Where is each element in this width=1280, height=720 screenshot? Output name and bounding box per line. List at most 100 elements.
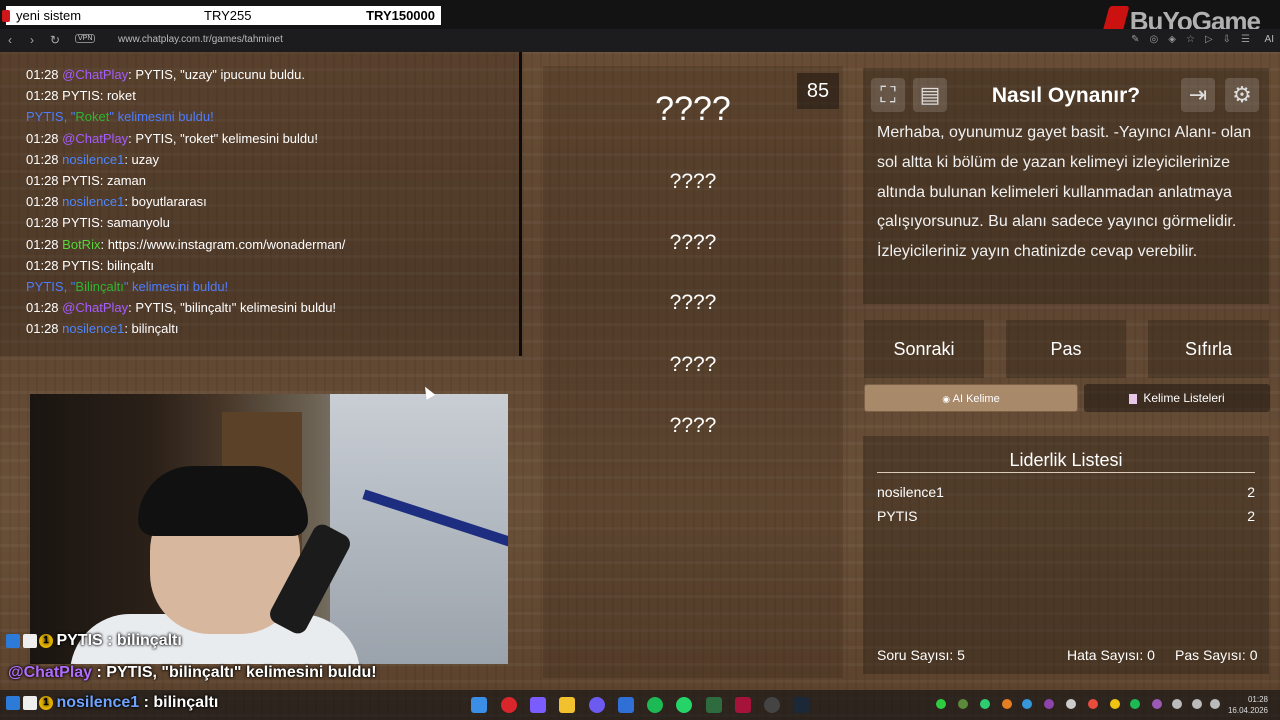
chat-timestamp: 01:28	[26, 194, 59, 210]
webcam-feed	[30, 394, 508, 664]
obs-icon[interactable]	[764, 697, 780, 713]
stream-chat-panel: 01:28 @ChatPlay: PYTIS, "uzay" ipucunu b…	[0, 52, 522, 356]
chat-username: PYTIS	[62, 88, 100, 104]
tray-icon[interactable]	[1022, 699, 1032, 709]
play-icon[interactable]: ▷	[1205, 34, 1213, 45]
star-icon[interactable]: ☆	[1186, 34, 1195, 45]
how-to-play-panel: ⛶ ▤ Nasıl Oynanır? ⇥ ⚙ Merhaba, oyunumuz…	[863, 68, 1269, 304]
tray-icon[interactable]	[1110, 699, 1120, 709]
tray-icon[interactable]	[936, 699, 946, 709]
microphone-icon[interactable]	[1172, 699, 1182, 709]
leaderboard-panel: Liderlik Listesi nosilence1 2 PYTIS 2 So…	[863, 436, 1269, 674]
chat-message: 01:28 @ChatPlay: PYTIS, "bilinçaltı" kel…	[26, 297, 345, 318]
chat-username: @ChatPlay	[62, 67, 129, 82]
chat-message: 01:28 nosilence1: bilinçaltı	[26, 318, 345, 339]
chat-message: 01:28 BotRix: https://www.instagram.com/…	[26, 234, 345, 255]
ticker-marker	[2, 10, 10, 22]
overlay-chat-line: 1 PYTIS : bilinçaltı	[4, 632, 182, 650]
spotify-icon[interactable]	[647, 697, 663, 713]
ai-button[interactable]: AI	[1265, 34, 1274, 45]
user-badges: 1	[4, 633, 53, 648]
app-icon[interactable]	[735, 697, 751, 713]
chat-message: PYTIS, "Bilinçaltı" kelimesini buldu!	[26, 279, 229, 295]
leaderboard-score: 2	[1247, 508, 1255, 524]
file-explorer-icon[interactable]	[559, 697, 575, 713]
word-lists-tab[interactable]: Kelime Listeleri	[1084, 384, 1270, 412]
question-count: Soru Sayısı: 5	[877, 647, 965, 663]
next-button[interactable]: Sonraki	[864, 320, 984, 378]
tray-icon[interactable]	[958, 699, 968, 709]
steam-icon[interactable]	[793, 697, 809, 713]
overlay-chat-text: : PYTIS, "bilinçaltı" kelimesini buldu!	[96, 664, 377, 681]
ai-word-tab[interactable]: ◉ AI Kelime	[864, 384, 1078, 412]
error-count: Hata Sayısı: 0	[1067, 647, 1155, 663]
chat-timestamp: 01:28	[26, 300, 59, 316]
overlay-chat-user: @ChatPlay	[8, 664, 93, 681]
tray-icon[interactable]	[980, 699, 990, 709]
browser-actions: ✎ ◎ ◈ ☆ ▷ ⇩ ☰	[1131, 34, 1250, 45]
vpn-badge[interactable]: VPN	[75, 34, 96, 43]
network-icon[interactable]	[1192, 699, 1202, 709]
chat-text: : uzay	[124, 151, 160, 167]
chat-message: 01:28 PYTIS: roket	[26, 85, 345, 106]
pass-button[interactable]: Pas	[1006, 320, 1126, 378]
discord-icon[interactable]	[589, 697, 605, 713]
how-to-play-text: Merhaba, oyunumuz gayet basit. -Yayıncı …	[877, 124, 1252, 261]
overlay-chat-user: nosilence1	[56, 694, 140, 711]
chat-username: @ChatPlay	[62, 300, 129, 316]
copilot-icon[interactable]	[530, 697, 546, 713]
chat-text: : zaman	[99, 173, 146, 189]
overlay-chat-line: 1 nosilence1 : bilinçaltı	[4, 694, 218, 712]
forbidden-word: ????	[669, 291, 717, 314]
chat-message: 01:28 PYTIS: samanyolu	[26, 212, 345, 233]
menu-icon[interactable]: ☰	[1241, 34, 1250, 45]
address-bar[interactable]: www.chatplay.com.tr/games/tahminet	[118, 34, 283, 45]
forward-icon[interactable]: ›	[30, 33, 34, 47]
forbidden-word: ????	[669, 353, 717, 376]
opera-icon[interactable]	[501, 697, 517, 713]
edit-icon[interactable]: ✎	[1131, 34, 1139, 45]
back-icon[interactable]: ‹	[8, 33, 12, 47]
tray-icon[interactable]	[1088, 699, 1098, 709]
chat-message: 01:28 PYTIS: bilinçaltı	[26, 255, 345, 276]
windows-start-icon[interactable]	[471, 697, 487, 713]
tray-icon[interactable]	[1152, 699, 1162, 709]
reset-button[interactable]: Sıfırla	[1148, 320, 1269, 378]
chat-message: 01:28 nosilence1: uzay	[26, 149, 345, 170]
chat-message: PYTIS, "Roket" kelimesini buldu!	[26, 109, 214, 125]
chat-username: nosilence1	[62, 194, 125, 210]
chat-text: : PYTIS, "roket" kelimesini buldu!	[128, 130, 318, 146]
app-icon[interactable]	[706, 697, 722, 713]
shield-icon[interactable]: ◈	[1168, 34, 1176, 45]
main-word: ????	[655, 90, 731, 128]
whatsapp-icon[interactable]	[676, 697, 692, 713]
chat-timestamp: 01:28	[26, 88, 59, 104]
user-badges: 1	[4, 695, 53, 710]
chat-username: nosilence1	[62, 321, 125, 337]
tray-icon[interactable]	[1002, 699, 1012, 709]
tray-icon[interactable]	[1130, 699, 1140, 709]
camera-icon[interactable]: ◎	[1150, 34, 1159, 45]
download-icon[interactable]: ⇩	[1223, 34, 1231, 45]
gear-icon[interactable]: ⚙	[1225, 78, 1259, 112]
tray-icon[interactable]	[1044, 699, 1054, 709]
reload-icon[interactable]: ↻	[50, 33, 60, 47]
chat-message: 01:28 @ChatPlay: PYTIS, "roket" kelimesi…	[26, 128, 345, 149]
forbidden-word: ????	[669, 231, 717, 254]
chat-text: : boyutlararası	[124, 194, 207, 210]
browser-toolbar: ‹ › ↻ VPN www.chatplay.com.tr/games/tahm…	[0, 29, 1280, 52]
leaderboard-name: PYTIS	[877, 508, 918, 524]
stream-top-bar: yeni sistem TRY255 TRY150000 BuYoGame	[0, 0, 1280, 36]
exit-icon[interactable]: ⇥	[1181, 78, 1215, 112]
tray-icon[interactable]	[1066, 699, 1076, 709]
chat-text: : PYTIS, "bilinçaltı" kelimesini buldu!	[128, 300, 337, 316]
app-icon[interactable]	[618, 697, 634, 713]
system-clock[interactable]: 01:28 16.04.2026	[1228, 694, 1268, 716]
chat-timestamp: 01:28	[26, 151, 59, 167]
chat-timestamp: 01:28	[26, 236, 59, 252]
leaderboard-divider	[877, 472, 1255, 473]
leaderboard-title: Liderlik Listesi	[1009, 450, 1123, 470]
chat-username: PYTIS	[62, 173, 100, 189]
volume-icon[interactable]	[1210, 699, 1220, 709]
chat-log: 01:28 @ChatPlay: PYTIS, "uzay" ipucunu b…	[26, 64, 345, 340]
